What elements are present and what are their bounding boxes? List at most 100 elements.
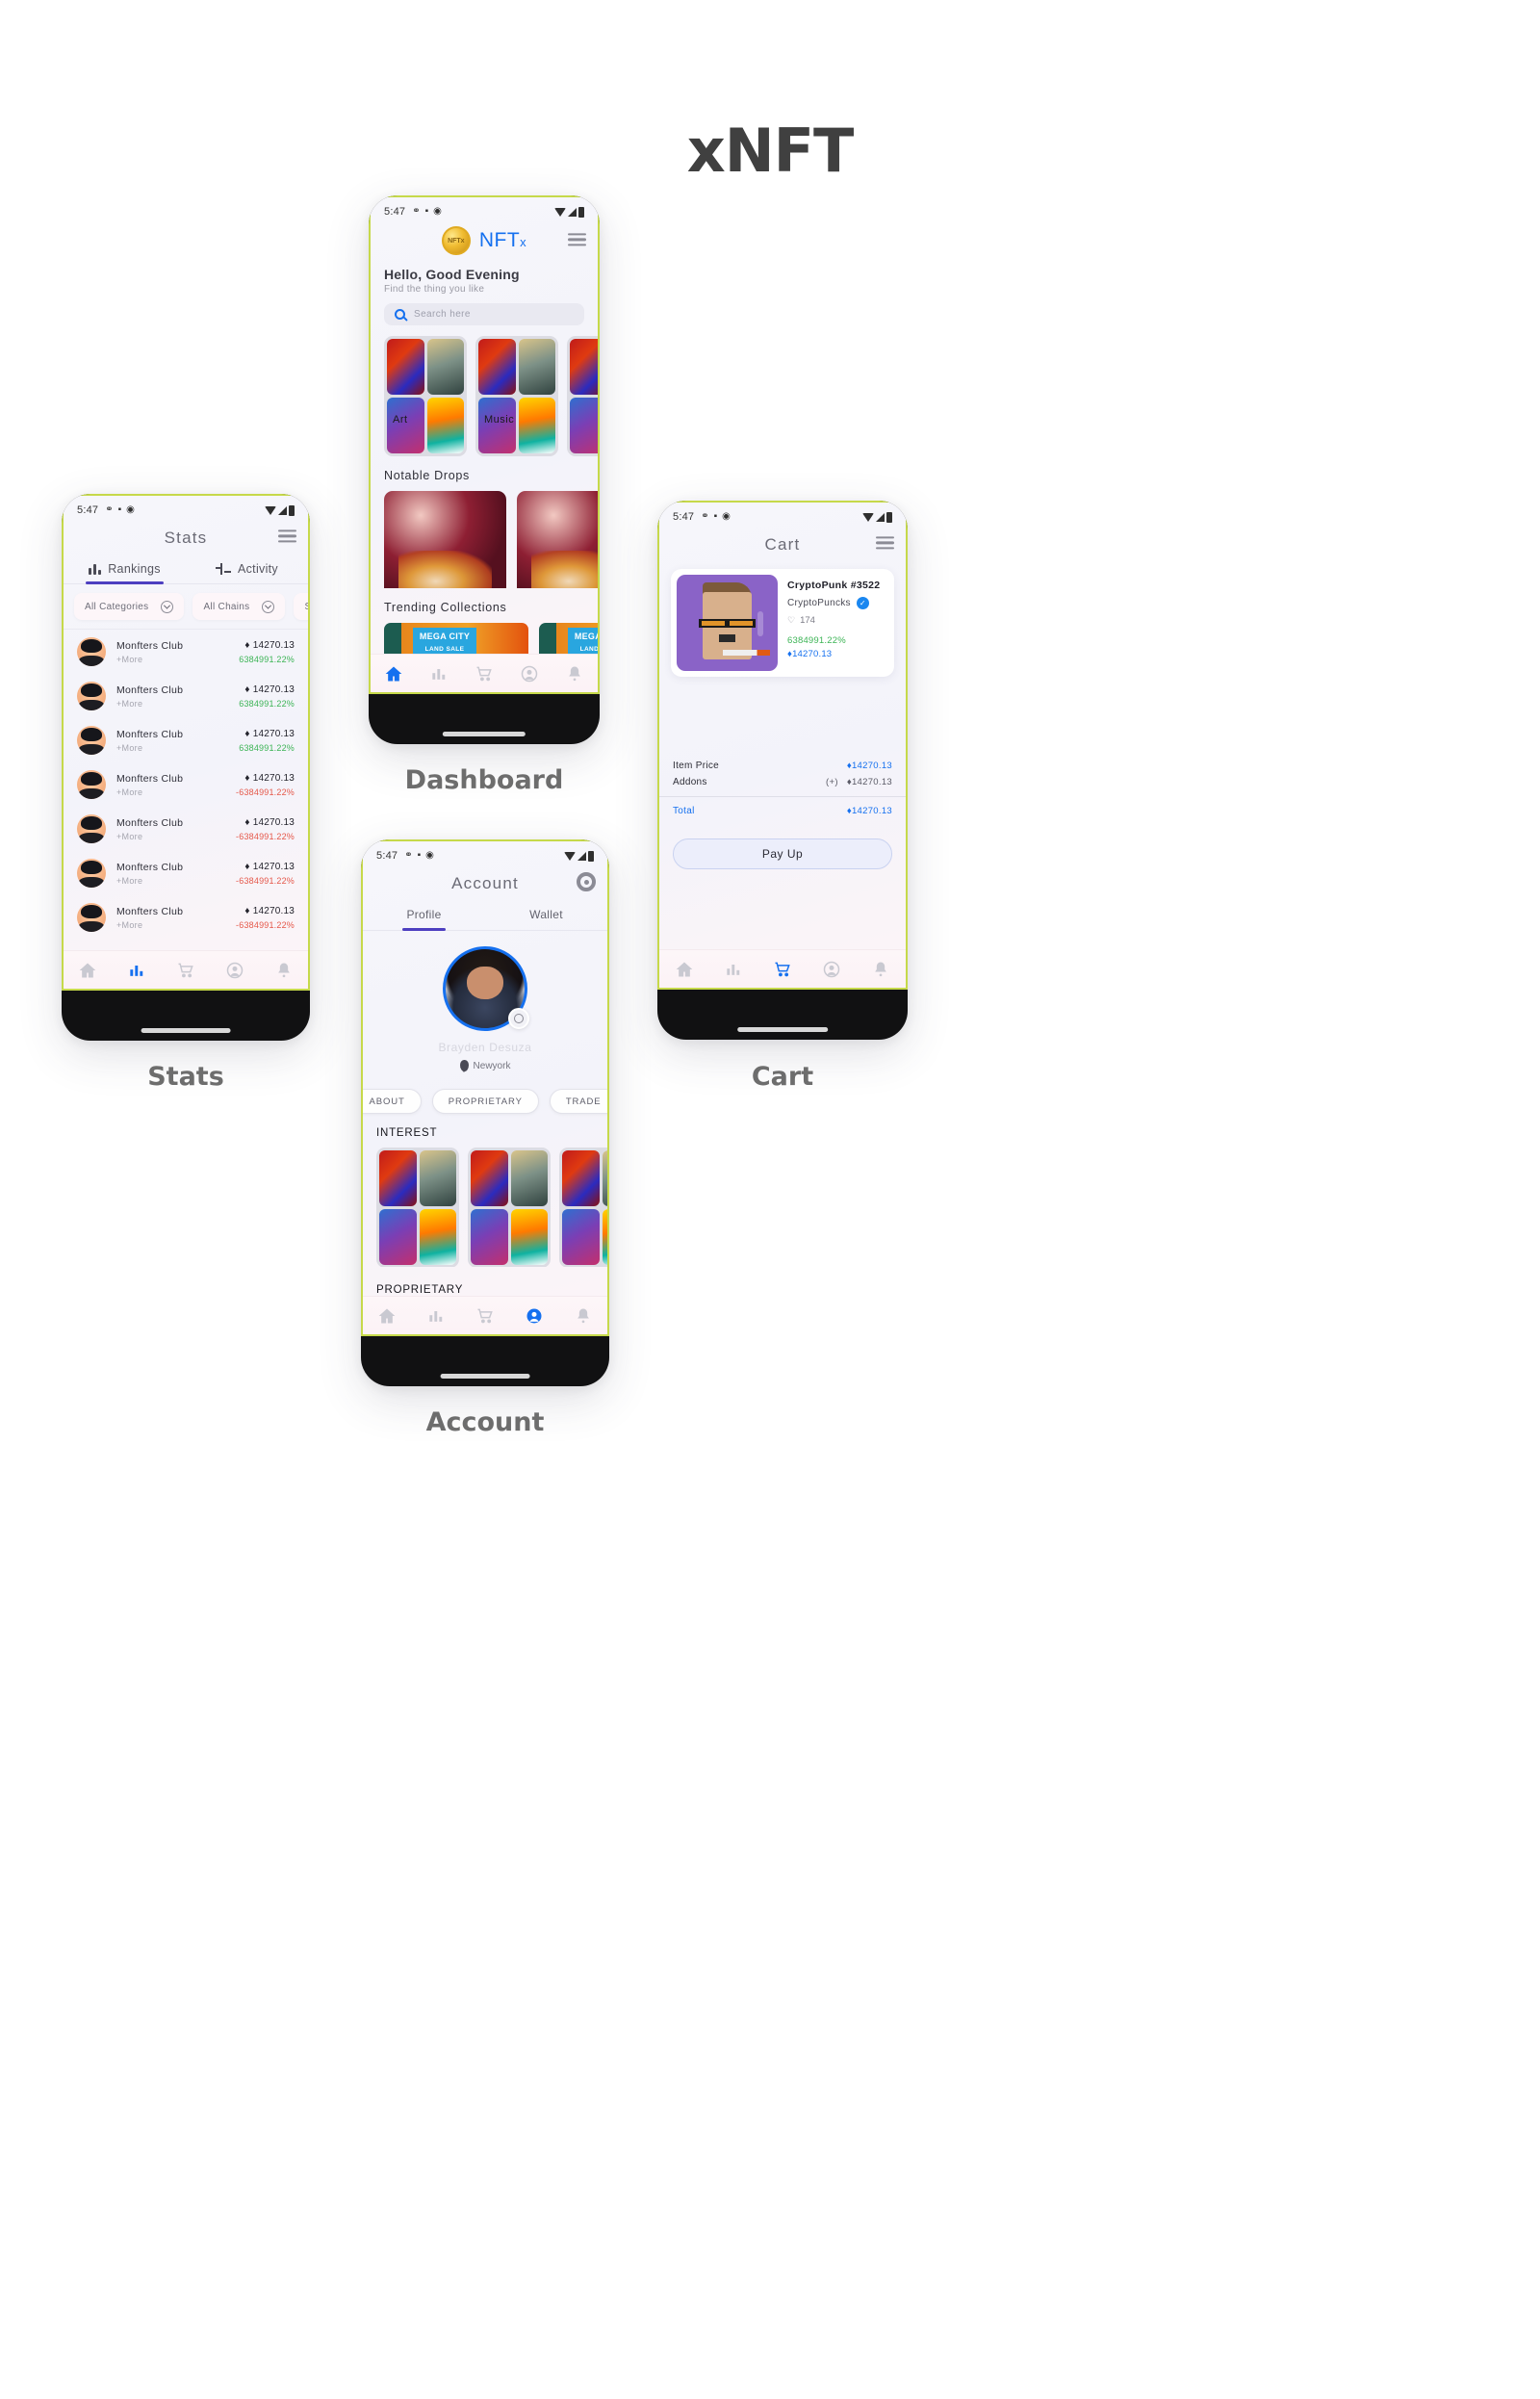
interest-card[interactable] — [376, 1148, 459, 1267]
sd-card-icon: ▪ — [417, 850, 422, 861]
stats-icon[interactable] — [429, 664, 449, 684]
notable-drops-carousel[interactable]: Image title Image title — [371, 482, 598, 588]
cart-icon[interactable] — [773, 960, 792, 979]
tab-wallet[interactable]: Wallet — [485, 899, 607, 930]
punk-stripe — [757, 611, 764, 636]
summary-line-total: Total ♦14270.13 — [659, 803, 906, 819]
cart-icon[interactable] — [176, 961, 195, 980]
more-label[interactable]: +More — [116, 743, 228, 753]
interest-tile — [510, 1209, 548, 1265]
chip-about[interactable]: ABOUT — [363, 1089, 422, 1114]
bell-icon[interactable] — [574, 1306, 593, 1326]
tab-rankings[interactable]: Rankings — [64, 554, 186, 584]
table-row[interactable]: Monfters Club +More ♦ 14270.13 6384991.2… — [64, 630, 308, 674]
chip-trade[interactable]: TRADE — [549, 1089, 607, 1114]
row-change: -6384991.22% — [236, 787, 295, 797]
home-icon[interactable] — [675, 960, 694, 979]
hamburger-icon[interactable] — [876, 536, 894, 550]
tab-activity[interactable]: Activity — [186, 554, 308, 583]
camera-icon[interactable] — [508, 1008, 529, 1029]
account-icon[interactable] — [520, 664, 539, 684]
trending-carousel[interactable]: MEGA CITY LAND SALE JANUARY 19TH AT 10PM… — [371, 614, 598, 654]
category-tile — [478, 339, 516, 396]
wifi-icon — [554, 207, 566, 217]
more-label[interactable]: +More — [116, 876, 225, 886]
cart-item-card[interactable]: CryptoPunk #3522 CryptoPuncks ✓ ♡ 174 63… — [671, 569, 894, 677]
category-card[interactable]: Art — [384, 336, 467, 457]
item-price-value: 14270.13 — [792, 649, 833, 659]
summary-line-addons: Addons (+) ♦14270.13 — [659, 774, 906, 790]
avatar — [77, 770, 106, 799]
hamburger-icon[interactable] — [278, 529, 296, 543]
stats-icon[interactable] — [426, 1306, 446, 1326]
account-icon[interactable] — [225, 961, 244, 980]
stats-icon[interactable] — [127, 961, 146, 980]
table-row[interactable]: Monfters Club +More ♦ 14270.13 6384991.2… — [64, 718, 308, 762]
bell-icon[interactable] — [565, 664, 584, 684]
cart-summary: Item Price ♦14270.13 Addons (+) ♦14270.1… — [659, 758, 906, 869]
interest-carousel[interactable] — [363, 1139, 607, 1267]
home-icon[interactable] — [78, 961, 97, 980]
location-pin-icon — [459, 1060, 469, 1071]
table-row[interactable]: Monfters Club +More ♦ 14270.13 6384991.2… — [64, 674, 308, 718]
row-values: ♦ 14270.13 -6384991.22% — [236, 906, 295, 930]
more-label[interactable]: +More — [116, 832, 225, 841]
stats-icon[interactable] — [724, 960, 743, 979]
face-icon: ◉ — [433, 206, 442, 217]
table-row[interactable]: Monfters Club +More ♦ 14270.13 -6384991.… — [64, 762, 308, 807]
interest-card[interactable] — [559, 1148, 607, 1267]
cart-icon[interactable] — [475, 664, 494, 684]
more-label[interactable]: +More — [116, 787, 225, 797]
cart-icon[interactable] — [475, 1306, 495, 1326]
bell-icon[interactable] — [274, 961, 294, 980]
filter-all-categories[interactable]: All Categories — [74, 593, 185, 620]
category-card[interactable] — [567, 336, 598, 457]
row-values: ♦ 14270.13 -6384991.22% — [236, 862, 295, 886]
drop-card[interactable]: Image title — [384, 491, 506, 588]
search-input[interactable]: Search here — [384, 303, 584, 326]
caption-cart: Cart — [751, 1062, 814, 1092]
trending-banner[interactable]: MEGA CITY LAND SALE JANUARY 19TH AT 10PM… — [539, 622, 598, 654]
table-row[interactable]: Monfters Club +More ♦ 14270.13 -6384991.… — [64, 807, 308, 851]
ranking-list[interactable]: Monfters Club +More ♦ 14270.13 6384991.2… — [64, 630, 308, 950]
account-icon[interactable] — [822, 960, 841, 979]
drop-card[interactable]: Image title — [517, 491, 598, 588]
filter-label: Se — [304, 602, 308, 612]
avatar — [77, 814, 106, 843]
account-icon[interactable] — [525, 1306, 544, 1326]
more-label[interactable]: +More — [116, 655, 228, 664]
bottom-nav — [659, 949, 906, 988]
home-indicator — [442, 732, 526, 736]
brand-name: NFTx — [479, 229, 526, 252]
interest-card[interactable] — [468, 1148, 551, 1267]
item-name: CryptoPunk #3522 — [787, 580, 881, 591]
more-label[interactable]: +More — [116, 920, 225, 930]
tab-profile[interactable]: Profile — [363, 899, 485, 931]
bell-icon[interactable] — [871, 960, 890, 979]
home-icon[interactable] — [377, 1306, 397, 1326]
gear-icon[interactable] — [577, 872, 596, 891]
category-card[interactable]: Music — [475, 336, 558, 457]
row-price-value: 14270.13 — [252, 772, 295, 784]
signal-icon — [578, 851, 586, 861]
pay-up-button[interactable]: Pay Up — [673, 838, 892, 869]
row-price: ♦ 14270.13 — [236, 817, 295, 828]
filter-all-chains[interactable]: All Chains — [192, 593, 286, 620]
trending-banner[interactable]: MEGA CITY LAND SALE JANUARY 19TH AT 10PM… — [384, 622, 528, 654]
table-row[interactable]: Monfters Club +More ♦ 14270.13 -6384991.… — [64, 895, 308, 940]
filter-third[interactable]: Se — [294, 593, 308, 620]
hamburger-icon[interactable] — [568, 233, 586, 246]
row-change: 6384991.22% — [239, 742, 295, 753]
row-price: ♦ 14270.13 — [236, 906, 295, 916]
table-row[interactable]: Monfters Club +More ♦ 14270.13 -6384991.… — [64, 851, 308, 895]
chip-proprietary[interactable]: PROPRIETARY — [431, 1089, 539, 1114]
more-label[interactable]: +More — [116, 699, 228, 709]
interest-tile — [419, 1209, 456, 1265]
category-carousel[interactable]: Art Music — [371, 325, 598, 457]
home-icon[interactable] — [384, 664, 403, 684]
page-title: xNFT — [686, 116, 855, 186]
status-right-icons — [564, 850, 594, 862]
wifi-icon — [862, 512, 874, 522]
eth-icon: ♦ — [244, 639, 250, 651]
banner-subtitle: LAND SALE — [568, 644, 598, 654]
